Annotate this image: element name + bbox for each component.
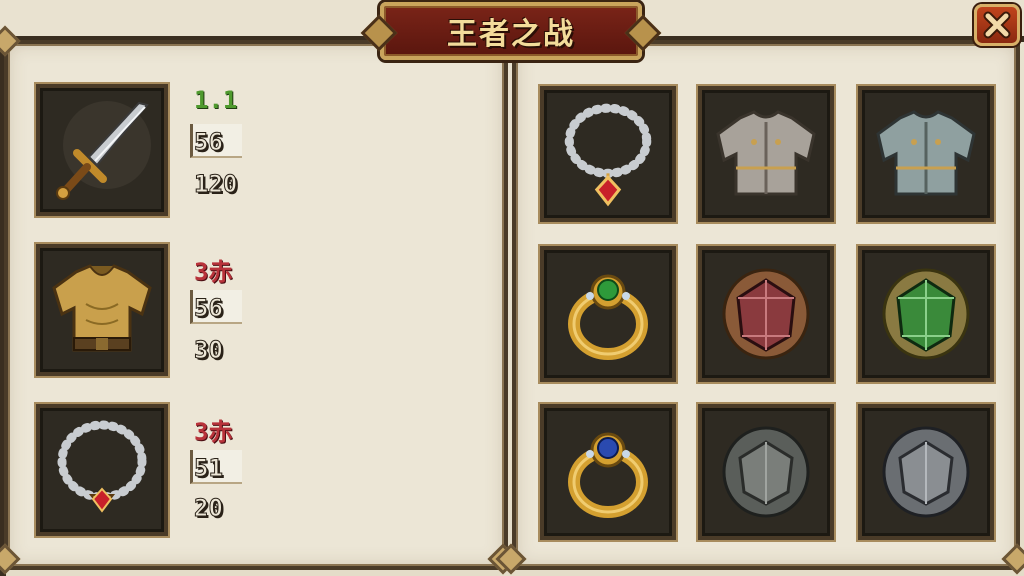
emerald-ring-icon (568, 274, 648, 360)
weapon-stat-1: 56 (194, 128, 224, 157)
inventory-slot[interactable] (858, 404, 994, 540)
armor-stat-2: 30 (194, 336, 224, 365)
sword-icon (56, 101, 151, 200)
inventory-slot[interactable] (858, 246, 994, 382)
title-plate: 王者之战 (360, 2, 662, 60)
iron-armor-icon (716, 110, 816, 196)
emerald-shield-gem-icon (882, 268, 970, 360)
sapphire-ring-icon (568, 432, 648, 518)
necklace-icon (57, 420, 147, 513)
weapon-level: 1.1 (194, 86, 238, 114)
armor-stat-1: 56 (194, 294, 224, 323)
inventory-slot[interactable] (698, 246, 834, 382)
equipped-slot-weapon[interactable] (36, 84, 168, 216)
ruby-shield-gem-icon (722, 268, 810, 360)
weapon-stat-2: 120 (193, 170, 238, 199)
equipped-slot-necklace[interactable] (36, 404, 168, 536)
armor-icon (52, 264, 152, 352)
inventory-slot[interactable] (698, 404, 834, 540)
armor-level: 3赤 (194, 258, 233, 286)
stone-shield-icon (722, 426, 810, 518)
inventory-slot[interactable] (858, 86, 994, 222)
close-icon (983, 11, 1011, 39)
inventory-slot[interactable] (540, 246, 676, 382)
necklace-icon (564, 103, 652, 207)
steel-armor-icon (876, 110, 976, 196)
iron-shield-icon (882, 426, 970, 518)
inventory-slot[interactable] (540, 86, 676, 222)
window-title: 王者之战 (447, 17, 575, 52)
necklace-level: 3赤 (194, 418, 233, 446)
inventory-slot[interactable] (540, 404, 676, 540)
necklace-stat-2: 20 (194, 494, 224, 523)
necklace-stat-1: 51 (194, 454, 224, 483)
close-button[interactable] (974, 4, 1020, 46)
equipped-slot-armor[interactable] (36, 244, 168, 376)
inventory-slot[interactable] (698, 86, 834, 222)
